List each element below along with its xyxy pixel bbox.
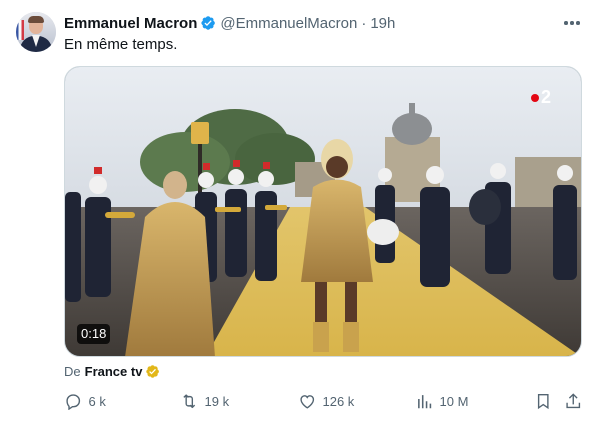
action-bar: 6 k 19 k 126 k 10 M [64,390,584,412]
views-button[interactable]: 10 M [415,390,468,412]
video-player[interactable]: 2 0:18 [64,66,582,357]
analytics-icon [418,394,432,408]
reply-icon [66,394,81,411]
share-icon [566,393,581,408]
heart-icon [300,394,315,409]
retweet-icon [183,394,196,408]
video-duration: 0:18 [77,324,111,344]
author-handle[interactable]: @EmmanuelMacron [220,15,357,32]
gold-verified-badge-icon [146,364,160,378]
tweet-header: Emmanuel Macron @EmmanuelMacron · 19h [64,14,395,32]
tweet-card[interactable]: Emmanuel Macron @EmmanuelMacron · 19h En… [0,0,598,423]
tweet-timestamp[interactable]: 19h [370,15,395,32]
retweet-count: 19 k [204,393,230,409]
reply-count: 6 k [88,393,106,409]
video-frame [65,67,581,356]
retweet-button[interactable]: 19 k [180,390,229,412]
separator-dot: · [361,14,367,32]
author-avatar[interactable] [16,12,56,52]
source-name[interactable]: France tv [85,364,143,379]
verified-badge-icon[interactable] [200,15,216,31]
more-options-icon[interactable] [560,14,584,32]
bookmark-icon [537,393,549,409]
like-count: 126 k [322,393,355,409]
reply-button[interactable]: 6 k [64,390,106,412]
source-prefix: De [64,363,81,379]
channel-dot [530,93,539,102]
tweet-text: En même temps. [64,36,178,53]
flag-shape [16,20,24,40]
video-source: De France tv [64,362,160,380]
author-name[interactable]: Emmanuel Macron [64,15,197,32]
channel-logo: 2 [530,87,551,108]
share-button[interactable] [564,390,583,412]
bookmark-button[interactable] [534,390,553,412]
views-count: 10 M [439,393,469,409]
like-button[interactable]: 126 k [298,390,354,412]
